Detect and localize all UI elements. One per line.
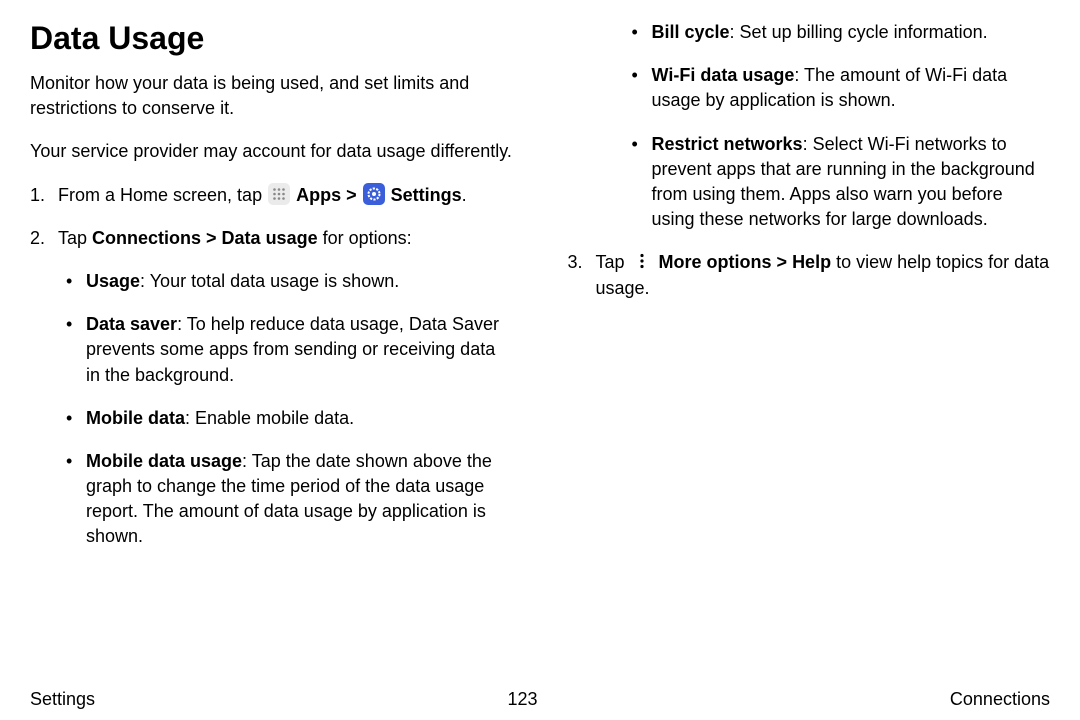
- step-number: 1.: [30, 183, 45, 208]
- step-3-prefix: Tap: [596, 252, 630, 272]
- step-2-suffix: for options:: [318, 228, 412, 248]
- step-3: 3. Tap More options > Help to view help …: [568, 250, 1051, 300]
- step-1-sep: >: [341, 185, 362, 205]
- page-footer: Settings 123 Connections: [30, 679, 1050, 710]
- bullet-label: Restrict networks: [652, 134, 803, 154]
- bullet-usage: Usage: Your total data usage is shown.: [58, 269, 513, 294]
- bullet-billcycle: Bill cycle: Set up billing cycle informa…: [624, 20, 1051, 45]
- step-1-prefix: From a Home screen, tap: [58, 185, 267, 205]
- footer-right: Connections: [950, 689, 1050, 710]
- footer-left: Settings: [30, 689, 95, 710]
- footer-page-number: 123: [507, 689, 537, 710]
- settings-label: Settings: [391, 185, 462, 205]
- intro-paragraph-1: Monitor how your data is being used, and…: [30, 71, 513, 121]
- more-options-icon: [631, 250, 653, 272]
- steps-list-right: 3. Tap More options > Help to view help …: [568, 250, 1051, 300]
- steps-list: 1. From a Home screen, tap: [30, 183, 513, 550]
- apps-label: Apps: [296, 185, 341, 205]
- bullet-label: Bill cycle: [652, 22, 730, 42]
- more-options-label: More options: [659, 252, 772, 272]
- help-label: Help: [792, 252, 831, 272]
- bullet-wifi: Wi-Fi data usage: The amount of Wi-Fi da…: [624, 63, 1051, 113]
- bullet-text: : Set up billing cycle information.: [730, 22, 988, 42]
- step-number: 3.: [568, 250, 583, 275]
- step-1-suffix: .: [462, 185, 467, 205]
- bullet-mobileusage: Mobile data usage: Tap the date shown ab…: [58, 449, 513, 550]
- bullet-mobiledata: Mobile data: Enable mobile data.: [58, 406, 513, 431]
- right-column: Bill cycle: Set up billing cycle informa…: [568, 20, 1051, 679]
- bullet-text: : Enable mobile data.: [185, 408, 354, 428]
- bullet-label: Data saver: [86, 314, 177, 334]
- bullet-label: Wi-Fi data usage: [652, 65, 795, 85]
- settings-icon: [363, 183, 385, 205]
- bullet-restrict: Restrict networks: Select Wi-Fi networks…: [624, 132, 1051, 233]
- page-title: Data Usage: [30, 20, 513, 57]
- step-2: 2. Tap Connections > Data usage for opti…: [30, 226, 513, 550]
- intro-paragraph-2: Your service provider may account for da…: [30, 139, 513, 164]
- step-number: 2.: [30, 226, 45, 251]
- bullet-label: Usage: [86, 271, 140, 291]
- step-1: 1. From a Home screen, tap: [30, 183, 513, 208]
- bullet-text: : Your total data usage is shown.: [140, 271, 399, 291]
- step-2-prefix: Tap: [58, 228, 92, 248]
- bullet-list-left: Usage: Your total data usage is shown. D…: [58, 269, 513, 550]
- left-column: Data Usage Monitor how your data is bein…: [30, 20, 513, 679]
- step-2-strong: Connections > Data usage: [92, 228, 318, 248]
- apps-icon: [268, 183, 290, 205]
- bullet-datasaver: Data saver: To help reduce data usage, D…: [58, 312, 513, 388]
- bullet-label: Mobile data: [86, 408, 185, 428]
- bullet-list-right: Bill cycle: Set up billing cycle informa…: [624, 20, 1051, 232]
- step-3-sep: >: [772, 252, 793, 272]
- bullet-label: Mobile data usage: [86, 451, 242, 471]
